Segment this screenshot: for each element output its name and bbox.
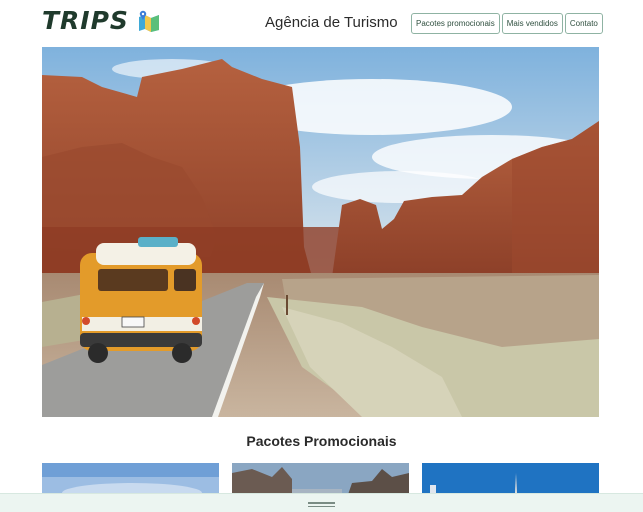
map-icon [138,10,159,32]
hero-illustration [42,47,599,417]
logo-text: TRIPS [42,6,129,35]
agency-title: Agência de Turismo [265,14,398,31]
nav-contact-button[interactable]: Contato [564,13,603,34]
main-nav: Pacotes promocionais Mais vendidos Conta… [411,13,603,34]
van [80,237,202,363]
logo[interactable]: TRIPS [42,6,161,35]
site-header: TRIPS Agência de Turismo Pacotes promoci… [0,0,643,46]
bottom-bar [0,493,643,512]
nav-best-sellers-button[interactable]: Mais vendidos [501,13,563,34]
promos-section-title: Pacotes Promocionais [246,433,397,449]
drag-handle[interactable] [308,502,335,508]
hero-image [42,47,599,417]
nav-promo-packages-button[interactable]: Pacotes promocionais [411,13,500,34]
